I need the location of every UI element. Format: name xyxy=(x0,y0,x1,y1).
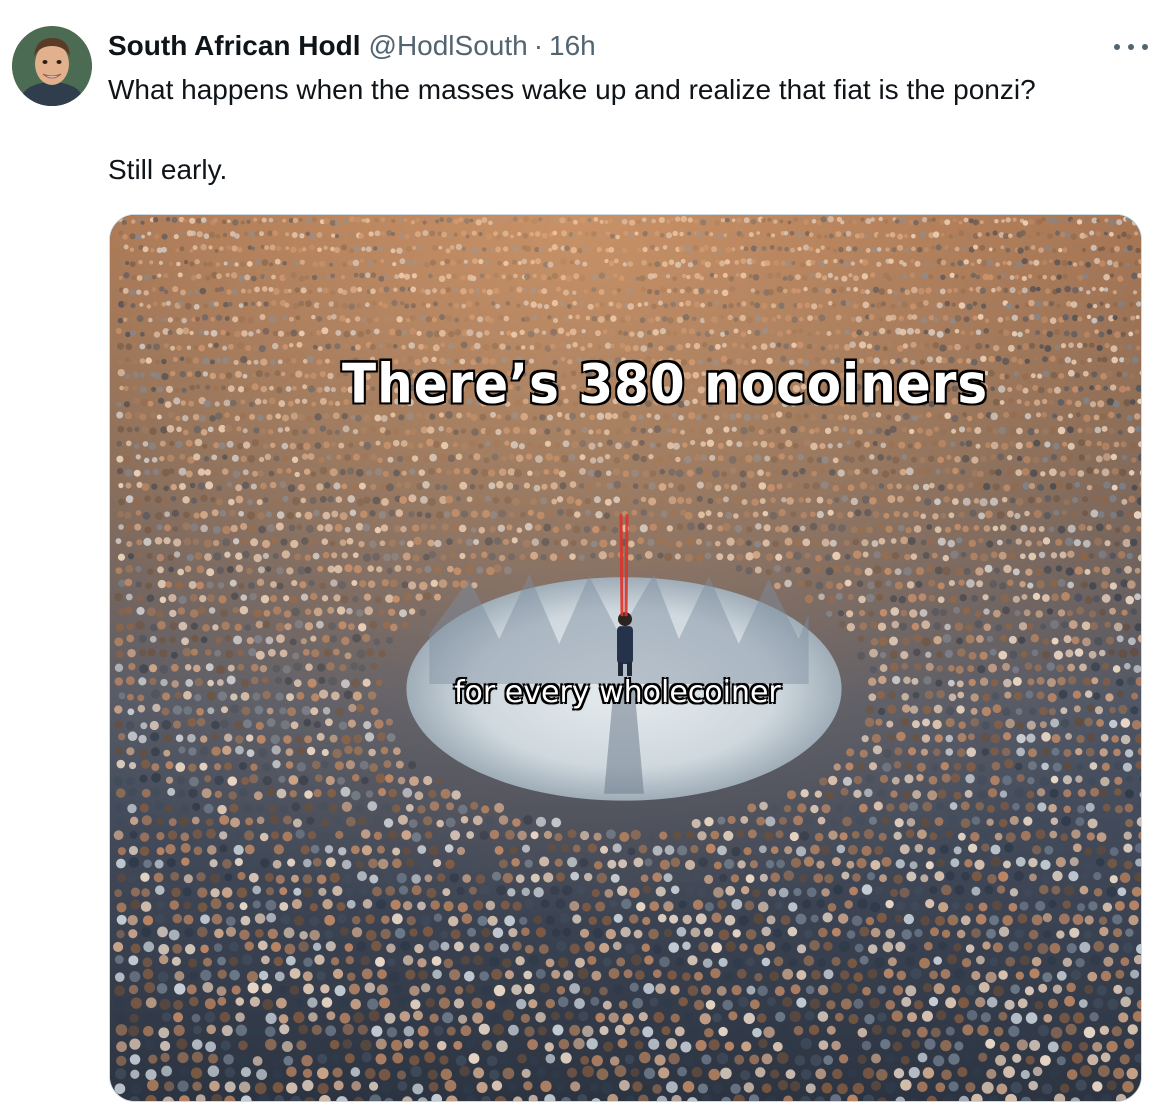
author-display-name[interactable]: South African Hodl xyxy=(108,28,361,64)
tweet-timestamp[interactable]: 16h xyxy=(549,28,596,64)
more-horizontal-icon xyxy=(1142,44,1148,50)
separator-dot: · xyxy=(533,30,544,61)
more-horizontal-icon xyxy=(1114,44,1120,50)
avatar[interactable] xyxy=(12,26,92,106)
meme-caption-top: There’s 380 nocoiners xyxy=(341,352,989,417)
tweet-header: South African Hodl @HodlSouth · 16h xyxy=(108,28,596,64)
more-horizontal-icon xyxy=(1128,44,1134,50)
meme-caption-bottom: for every wholecoiner xyxy=(453,674,781,711)
profile-photo xyxy=(12,26,92,106)
crowd-image xyxy=(110,215,1141,1101)
tweet-text: What happens when the masses wake up and… xyxy=(108,72,1148,188)
tweet-text-line: Still early. xyxy=(108,154,228,185)
author-handle[interactable]: @HodlSouth xyxy=(369,28,528,64)
tweet-media-image[interactable]: There’s 380 nocoiners for every wholecoi… xyxy=(109,214,1142,1102)
more-options-button[interactable] xyxy=(1114,32,1148,62)
tweet: South African Hodl @HodlSouth · 16h What… xyxy=(0,0,1162,1118)
tweet-text-line: What happens when the masses wake up and… xyxy=(108,74,1036,105)
